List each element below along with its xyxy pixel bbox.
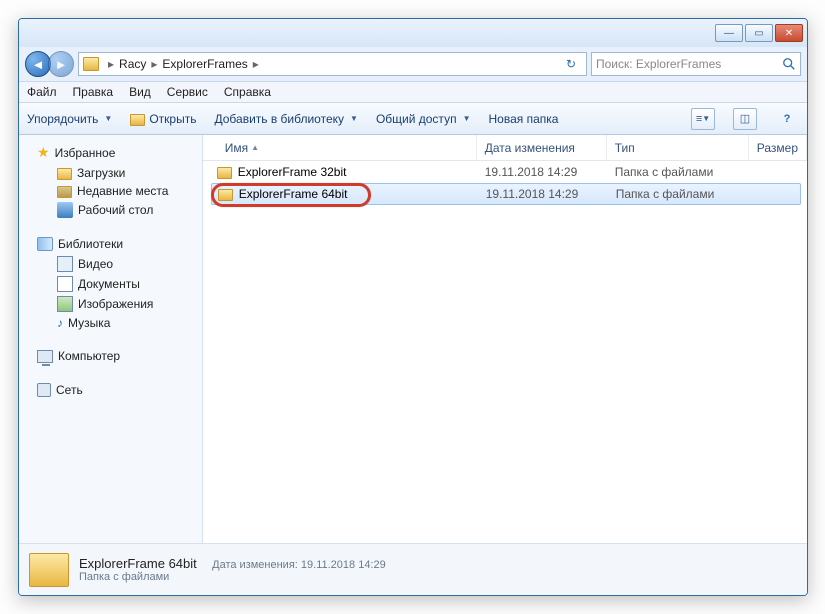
breadcrumb-segment[interactable]: Racy xyxy=(119,57,146,71)
sidebar-item-documents[interactable]: Документы xyxy=(19,274,202,294)
file-name: ExplorerFrame 32bit xyxy=(238,165,347,179)
nav-row: ◄ ► ▸ Racy ▸ ExplorerFrames ▸ ↻ Поиск: E… xyxy=(19,47,807,81)
chevron-down-icon: ▼ xyxy=(104,114,112,123)
col-type[interactable]: Тип xyxy=(607,135,749,160)
computer-header[interactable]: Компьютер xyxy=(19,346,202,366)
menu-bar: Файл Правка Вид Сервис Справка xyxy=(19,81,807,103)
folder-icon xyxy=(217,167,232,179)
title-bar[interactable]: ― ▭ ✕ xyxy=(19,19,807,47)
file-type: Папка с файлами xyxy=(608,187,750,201)
file-date: 19.11.2018 14:29 xyxy=(478,187,608,201)
file-date: 19.11.2018 14:29 xyxy=(477,165,607,179)
explorer-window: ― ▭ ✕ ◄ ► ▸ Racy ▸ ExplorerFrames ▸ ↻ По… xyxy=(18,18,808,596)
folder-icon xyxy=(83,57,99,71)
file-name: ExplorerFrame 64bit xyxy=(239,187,348,201)
menu-edit[interactable]: Правка xyxy=(73,85,114,99)
view-options-button[interactable]: ≡ ▼ xyxy=(691,108,715,130)
details-pane: ExplorerFrame 64bit Дата изменения: 19.1… xyxy=(19,543,807,595)
sidebar-item-pictures[interactable]: Изображения xyxy=(19,294,202,314)
folder-icon xyxy=(29,553,69,587)
sidebar-item-music[interactable]: ♪Музыка xyxy=(19,314,202,332)
search-box[interactable]: Поиск: ExplorerFrames xyxy=(591,52,801,76)
address-bar[interactable]: ▸ Racy ▸ ExplorerFrames ▸ ↻ xyxy=(78,52,587,76)
search-placeholder: Поиск: ExplorerFrames xyxy=(596,57,778,71)
open-button[interactable]: Открыть xyxy=(130,112,196,126)
add-to-library-button[interactable]: Добавить в библиотеку▼ xyxy=(214,112,357,126)
recent-icon xyxy=(57,186,72,198)
column-headers: Имя ▲ Дата изменения Тип Размер xyxy=(203,135,807,161)
network-header[interactable]: Сеть xyxy=(19,380,202,400)
maximize-button[interactable]: ▭ xyxy=(745,24,773,42)
computer-icon xyxy=(37,350,53,363)
details-type: Папка с файлами xyxy=(79,571,386,583)
refresh-button[interactable]: ↻ xyxy=(560,57,582,71)
help-button[interactable]: ? xyxy=(775,108,799,130)
file-row[interactable]: ExplorerFrame 64bit 19.11.2018 14:29Папка… xyxy=(211,183,801,205)
video-icon xyxy=(57,256,73,272)
details-date: 19.11.2018 14:29 xyxy=(301,559,386,571)
libraries-header[interactable]: Библиотеки xyxy=(19,234,202,254)
library-icon xyxy=(37,237,53,251)
col-name[interactable]: Имя ▲ xyxy=(217,135,477,160)
search-icon xyxy=(782,57,796,71)
document-icon xyxy=(57,276,73,292)
col-size[interactable]: Размер xyxy=(749,135,807,160)
sidebar: ★Избранное Загрузки Недавние места Рабоч… xyxy=(19,135,203,543)
folder-icon xyxy=(57,168,72,180)
minimize-button[interactable]: ― xyxy=(715,24,743,42)
chevron-down-icon: ▼ xyxy=(350,114,358,123)
share-button[interactable]: Общий доступ▼ xyxy=(376,112,471,126)
close-button[interactable]: ✕ xyxy=(775,24,803,42)
menu-help[interactable]: Справка xyxy=(224,85,271,99)
sort-asc-icon: ▲ xyxy=(251,143,259,152)
file-row[interactable]: ExplorerFrame 32bit 19.11.2018 14:29Папка… xyxy=(203,161,807,183)
forward-button[interactable]: ► xyxy=(48,51,74,77)
col-date[interactable]: Дата изменения xyxy=(477,135,607,160)
star-icon: ★ xyxy=(37,144,50,161)
menu-view[interactable]: Вид xyxy=(129,85,151,99)
details-name: ExplorerFrame 64bit xyxy=(79,556,197,571)
sidebar-item-desktop[interactable]: Рабочий стол xyxy=(19,200,202,220)
folder-open-icon xyxy=(130,114,145,126)
breadcrumb-segment[interactable]: ExplorerFrames xyxy=(162,57,247,71)
picture-icon xyxy=(57,296,73,312)
file-type: Папка с файлами xyxy=(607,165,749,179)
sidebar-item-video[interactable]: Видео xyxy=(19,254,202,274)
toolbar: Упорядочить▼ Открыть Добавить в библиоте… xyxy=(19,103,807,135)
sidebar-item-downloads[interactable]: Загрузки xyxy=(19,164,202,182)
sidebar-item-recent[interactable]: Недавние места xyxy=(19,182,202,200)
file-list-pane: Имя ▲ Дата изменения Тип Размер Explorer… xyxy=(203,135,807,543)
chevron-right-icon: ▸ xyxy=(105,57,117,71)
chevron-right-icon: ▸ xyxy=(148,57,160,71)
chevron-right-icon: ▸ xyxy=(250,57,262,71)
network-icon xyxy=(37,383,51,397)
chevron-down-icon: ▼ xyxy=(463,114,471,123)
favorites-header[interactable]: ★Избранное xyxy=(19,141,202,164)
desktop-icon xyxy=(57,202,73,218)
menu-file[interactable]: Файл xyxy=(27,85,57,99)
preview-pane-button[interactable]: ◫ xyxy=(733,108,757,130)
folder-icon xyxy=(218,189,233,201)
music-icon: ♪ xyxy=(57,316,63,330)
organize-button[interactable]: Упорядочить▼ xyxy=(27,112,112,126)
menu-tools[interactable]: Сервис xyxy=(167,85,208,99)
new-folder-button[interactable]: Новая папка xyxy=(488,112,558,126)
details-date-label: Дата изменения: xyxy=(212,559,298,571)
